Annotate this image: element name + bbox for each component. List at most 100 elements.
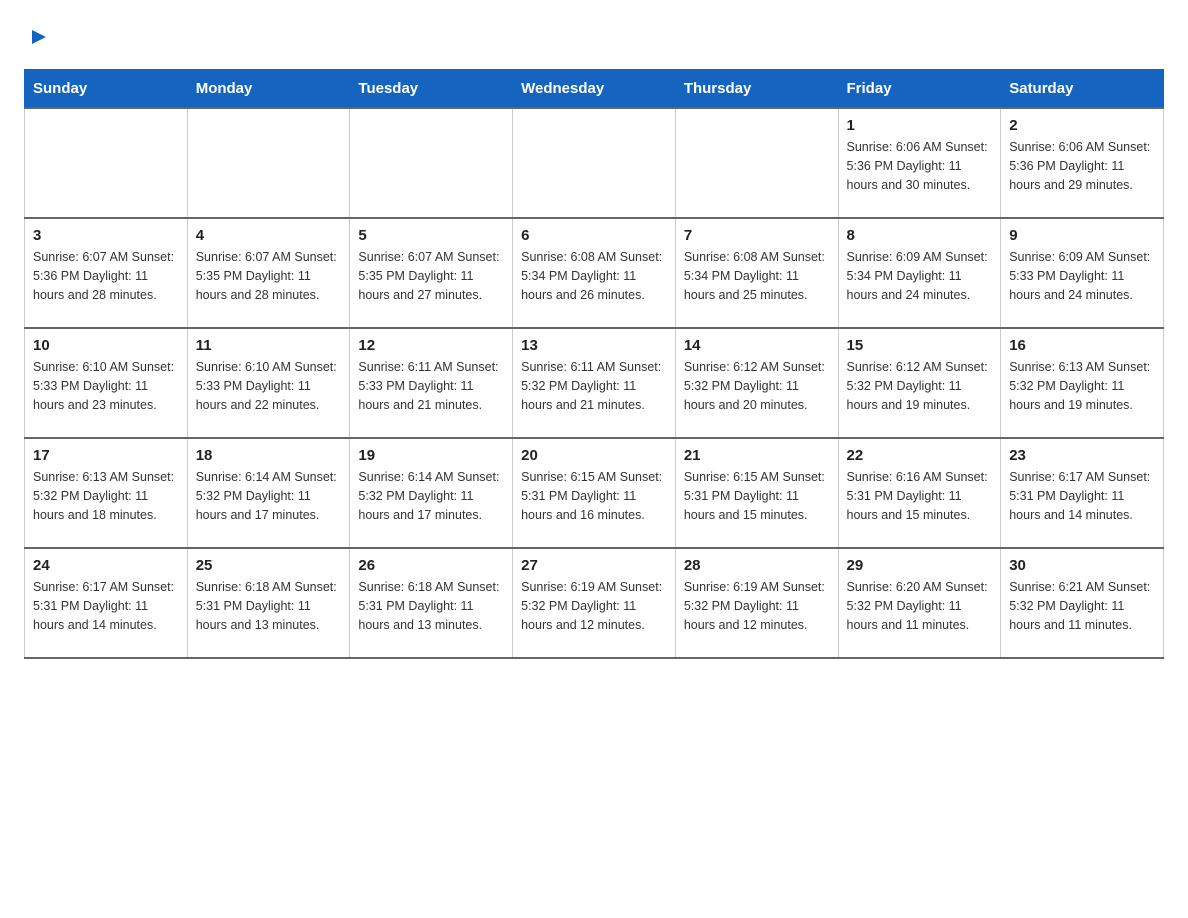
logo-arrow-icon [28, 26, 50, 53]
calendar-cell: 2 Sunrise: 6:06 AM Sunset: 5:36 PM Daylig… [1001, 108, 1164, 218]
day-number: 12 [358, 337, 504, 354]
day-number: 7 [684, 227, 830, 244]
weekday-header-saturday: Saturday [1001, 70, 1164, 109]
day-info: Sunrise: 6:19 AM Sunset: 5:32 PM Dayligh… [521, 578, 667, 634]
calendar-cell: 29 Sunrise: 6:20 AM Sunset: 5:32 PM Dayli… [838, 548, 1001, 658]
day-number: 3 [33, 227, 179, 244]
calendar-table: SundayMondayTuesdayWednesdayThursdayFrid… [24, 69, 1164, 659]
calendar-cell: 18 Sunrise: 6:14 AM Sunset: 5:32 PM Dayli… [187, 438, 350, 548]
calendar-cell: 27 Sunrise: 6:19 AM Sunset: 5:32 PM Dayli… [513, 548, 676, 658]
day-info: Sunrise: 6:21 AM Sunset: 5:32 PM Dayligh… [1009, 578, 1155, 634]
calendar-cell: 30 Sunrise: 6:21 AM Sunset: 5:32 PM Dayli… [1001, 548, 1164, 658]
calendar-cell: 25Sunrise: 6:18 AM Sunset: 5:31 PM Dayli… [187, 548, 350, 658]
day-number: 19 [358, 447, 504, 464]
day-info: Sunrise: 6:13 AM Sunset: 5:32 PM Dayligh… [1009, 358, 1155, 414]
weekday-header-thursday: Thursday [675, 70, 838, 109]
day-info: Sunrise: 6:08 AM Sunset: 5:34 PM Dayligh… [521, 248, 667, 304]
calendar-cell: 16Sunrise: 6:13 AM Sunset: 5:32 PM Dayli… [1001, 328, 1164, 438]
day-info: Sunrise: 6:11 AM Sunset: 5:33 PM Dayligh… [358, 358, 504, 414]
day-number: 29 [847, 557, 993, 574]
day-info: Sunrise: 6:11 AM Sunset: 5:32 PM Dayligh… [521, 358, 667, 414]
day-number: 11 [196, 337, 342, 354]
day-info: Sunrise: 6:10 AM Sunset: 5:33 PM Dayligh… [196, 358, 342, 414]
calendar-cell: 15 Sunrise: 6:12 AM Sunset: 5:32 PM Dayli… [838, 328, 1001, 438]
calendar-cell: 6 Sunrise: 6:08 AM Sunset: 5:34 PM Daylig… [513, 218, 676, 328]
calendar-cell: 23 Sunrise: 6:17 AM Sunset: 5:31 PM Dayli… [1001, 438, 1164, 548]
calendar-week-row: 3Sunrise: 6:07 AM Sunset: 5:36 PM Daylig… [25, 218, 1164, 328]
day-info: Sunrise: 6:19 AM Sunset: 5:32 PM Dayligh… [684, 578, 830, 634]
day-info: Sunrise: 6:14 AM Sunset: 5:32 PM Dayligh… [196, 468, 342, 524]
day-number: 2 [1009, 117, 1155, 134]
calendar-cell: 21Sunrise: 6:15 AM Sunset: 5:31 PM Dayli… [675, 438, 838, 548]
calendar-cell: 8Sunrise: 6:09 AM Sunset: 5:34 PM Daylig… [838, 218, 1001, 328]
calendar-week-row: 24 Sunrise: 6:17 AM Sunset: 5:31 PM Dayli… [25, 548, 1164, 658]
calendar-cell [187, 108, 350, 218]
day-number: 18 [196, 447, 342, 464]
day-number: 10 [33, 337, 179, 354]
day-info: Sunrise: 6:10 AM Sunset: 5:33 PM Dayligh… [33, 358, 179, 414]
day-info: Sunrise: 6:09 AM Sunset: 5:34 PM Dayligh… [847, 248, 993, 304]
day-number: 6 [521, 227, 667, 244]
calendar-cell: 4 Sunrise: 6:07 AM Sunset: 5:35 PM Daylig… [187, 218, 350, 328]
weekday-header-wednesday: Wednesday [513, 70, 676, 109]
day-info: Sunrise: 6:12 AM Sunset: 5:32 PM Dayligh… [847, 358, 993, 414]
day-info: Sunrise: 6:18 AM Sunset: 5:31 PM Dayligh… [358, 578, 504, 634]
day-info: Sunrise: 6:18 AM Sunset: 5:31 PM Dayligh… [196, 578, 342, 634]
day-number: 24 [33, 557, 179, 574]
day-info: Sunrise: 6:06 AM Sunset: 5:36 PM Dayligh… [1009, 138, 1155, 194]
calendar-cell: 19 Sunrise: 6:14 AM Sunset: 5:32 PM Dayli… [350, 438, 513, 548]
day-info: Sunrise: 6:07 AM Sunset: 5:35 PM Dayligh… [196, 248, 342, 304]
weekday-header-monday: Monday [187, 70, 350, 109]
day-number: 17 [33, 447, 179, 464]
day-info: Sunrise: 6:08 AM Sunset: 5:34 PM Dayligh… [684, 248, 830, 304]
logo [24, 24, 50, 53]
day-info: Sunrise: 6:20 AM Sunset: 5:32 PM Dayligh… [847, 578, 993, 634]
day-info: Sunrise: 6:07 AM Sunset: 5:35 PM Dayligh… [358, 248, 504, 304]
day-info: Sunrise: 6:15 AM Sunset: 5:31 PM Dayligh… [521, 468, 667, 524]
weekday-header-sunday: Sunday [25, 70, 188, 109]
calendar-cell [350, 108, 513, 218]
calendar-cell: 17 Sunrise: 6:13 AM Sunset: 5:32 PM Dayli… [25, 438, 188, 548]
day-number: 28 [684, 557, 830, 574]
day-info: Sunrise: 6:17 AM Sunset: 5:31 PM Dayligh… [33, 578, 179, 634]
day-number: 23 [1009, 447, 1155, 464]
calendar-cell: 20 Sunrise: 6:15 AM Sunset: 5:31 PM Dayli… [513, 438, 676, 548]
calendar-cell: 12 Sunrise: 6:11 AM Sunset: 5:33 PM Dayli… [350, 328, 513, 438]
day-info: Sunrise: 6:16 AM Sunset: 5:31 PM Dayligh… [847, 468, 993, 524]
calendar-cell: 28 Sunrise: 6:19 AM Sunset: 5:32 PM Dayli… [675, 548, 838, 658]
calendar-cell: 22 Sunrise: 6:16 AM Sunset: 5:31 PM Dayli… [838, 438, 1001, 548]
day-info: Sunrise: 6:12 AM Sunset: 5:32 PM Dayligh… [684, 358, 830, 414]
calendar-week-row: 10 Sunrise: 6:10 AM Sunset: 5:33 PM Dayli… [25, 328, 1164, 438]
calendar-cell: 13 Sunrise: 6:11 AM Sunset: 5:32 PM Dayli… [513, 328, 676, 438]
day-number: 14 [684, 337, 830, 354]
day-number: 9 [1009, 227, 1155, 244]
calendar-cell: 10 Sunrise: 6:10 AM Sunset: 5:33 PM Dayli… [25, 328, 188, 438]
day-info: Sunrise: 6:17 AM Sunset: 5:31 PM Dayligh… [1009, 468, 1155, 524]
calendar-week-row: 17 Sunrise: 6:13 AM Sunset: 5:32 PM Dayli… [25, 438, 1164, 548]
calendar-week-row: 1 Sunrise: 6:06 AM Sunset: 5:36 PM Daylig… [25, 108, 1164, 218]
calendar-cell: 14 Sunrise: 6:12 AM Sunset: 5:32 PM Dayli… [675, 328, 838, 438]
day-number: 27 [521, 557, 667, 574]
day-info: Sunrise: 6:14 AM Sunset: 5:32 PM Dayligh… [358, 468, 504, 524]
day-number: 22 [847, 447, 993, 464]
day-info: Sunrise: 6:13 AM Sunset: 5:32 PM Dayligh… [33, 468, 179, 524]
day-number: 13 [521, 337, 667, 354]
day-number: 30 [1009, 557, 1155, 574]
calendar-cell [25, 108, 188, 218]
calendar-cell: 24 Sunrise: 6:17 AM Sunset: 5:31 PM Dayli… [25, 548, 188, 658]
day-number: 1 [847, 117, 993, 134]
header [24, 24, 1164, 53]
calendar-cell [675, 108, 838, 218]
day-number: 21 [684, 447, 830, 464]
calendar-cell: 7 Sunrise: 6:08 AM Sunset: 5:34 PM Daylig… [675, 218, 838, 328]
calendar-cell: 3Sunrise: 6:07 AM Sunset: 5:36 PM Daylig… [25, 218, 188, 328]
calendar-cell: 9Sunrise: 6:09 AM Sunset: 5:33 PM Daylig… [1001, 218, 1164, 328]
weekday-header-tuesday: Tuesday [350, 70, 513, 109]
day-info: Sunrise: 6:06 AM Sunset: 5:36 PM Dayligh… [847, 138, 993, 194]
day-number: 4 [196, 227, 342, 244]
calendar-cell: 26Sunrise: 6:18 AM Sunset: 5:31 PM Dayli… [350, 548, 513, 658]
day-number: 15 [847, 337, 993, 354]
day-number: 20 [521, 447, 667, 464]
day-number: 5 [358, 227, 504, 244]
calendar-cell: 11 Sunrise: 6:10 AM Sunset: 5:33 PM Dayli… [187, 328, 350, 438]
